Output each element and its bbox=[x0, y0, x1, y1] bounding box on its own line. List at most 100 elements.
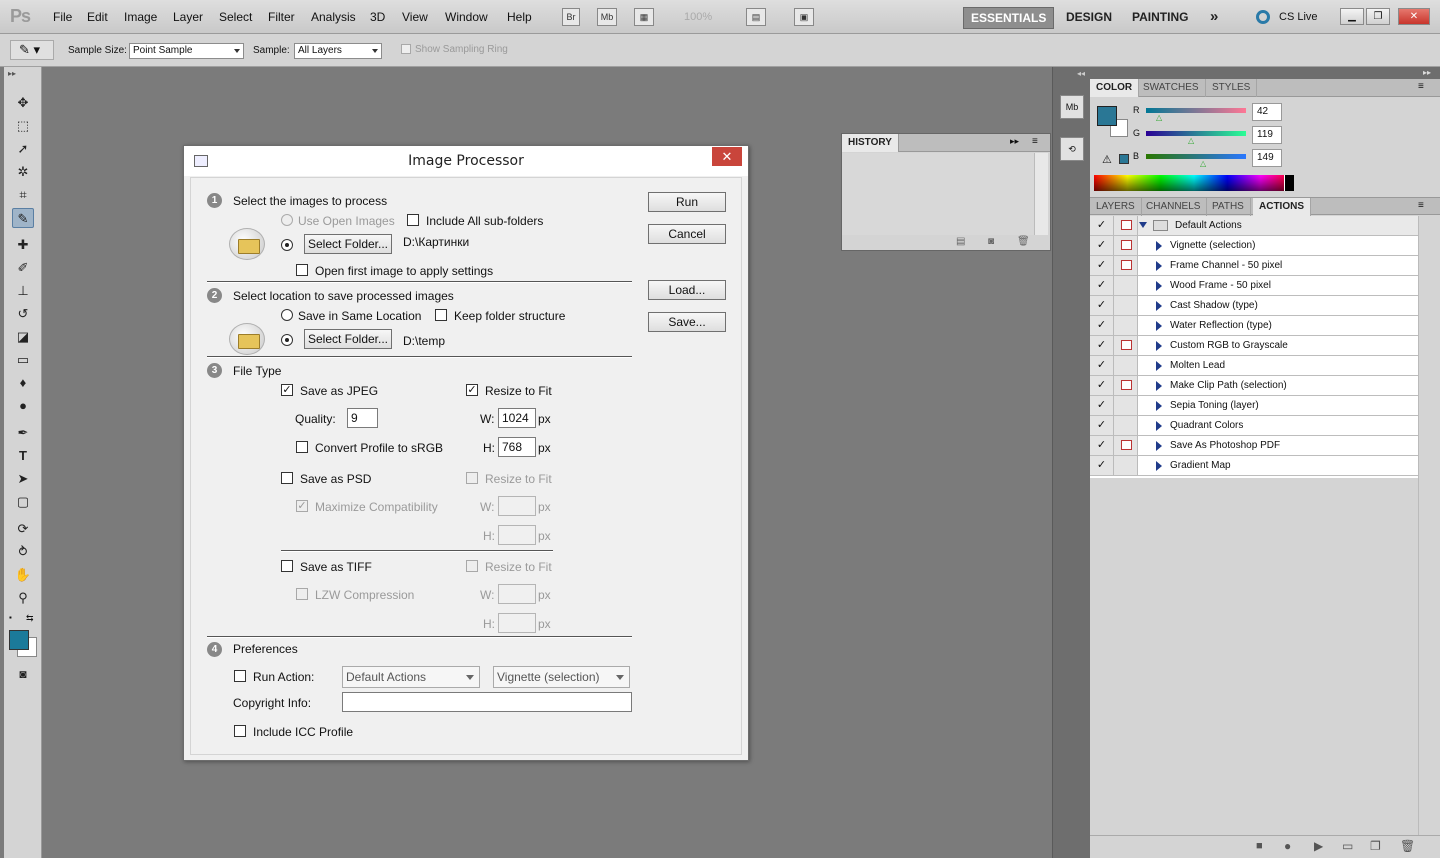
actions-scrollbar[interactable] bbox=[1418, 216, 1432, 836]
tab-history[interactable]: HISTORY bbox=[842, 134, 899, 152]
color-spectrum-ramp[interactable] bbox=[1094, 175, 1294, 191]
r-slider-thumb-icon[interactable]: △ bbox=[1156, 113, 1162, 122]
r-value-input[interactable]: 42 bbox=[1252, 103, 1282, 121]
dialog-toggle-icon[interactable] bbox=[1114, 236, 1138, 255]
swap-colors-icon[interactable]: ⇆ bbox=[26, 613, 34, 624]
menu-3d[interactable]: 3D bbox=[370, 10, 385, 24]
menu-view[interactable]: View bbox=[402, 10, 428, 24]
expand-dock-icon[interactable]: ◂◂ bbox=[1077, 69, 1085, 78]
select-dest-folder-button[interactable]: Select Folder... bbox=[304, 329, 392, 349]
crop-tool-icon[interactable]: ⌗ bbox=[12, 185, 34, 205]
blur-tool-icon[interactable]: ♦ bbox=[12, 373, 34, 393]
run-button[interactable]: Run bbox=[648, 192, 726, 212]
cs-live-menu[interactable]: CS Live bbox=[1279, 11, 1318, 23]
tab-styles[interactable]: STYLES bbox=[1206, 79, 1258, 97]
quick-mask-icon[interactable]: ◙ bbox=[12, 664, 34, 684]
quality-input[interactable]: 9 bbox=[347, 408, 378, 428]
action-row[interactable]: ✓ Gradient Map bbox=[1090, 456, 1418, 476]
dialog-toggle-icon[interactable] bbox=[1114, 316, 1138, 335]
menu-edit[interactable]: Edit bbox=[87, 10, 108, 24]
open-first-image-checkbox[interactable] bbox=[296, 264, 308, 276]
action-row[interactable]: ✓ Frame Channel - 50 pixel bbox=[1090, 256, 1418, 276]
action-row[interactable]: ✓ Quadrant Colors bbox=[1090, 416, 1418, 436]
screen-mode-icon[interactable]: ▣ bbox=[794, 8, 814, 26]
expand-arrow-icon[interactable] bbox=[1156, 341, 1162, 351]
toggle-check-icon[interactable]: ✓ bbox=[1090, 216, 1114, 235]
expand-arrow-icon[interactable] bbox=[1156, 321, 1162, 331]
tiff-height-input[interactable] bbox=[498, 613, 536, 633]
psd-resize-checkbox[interactable] bbox=[466, 472, 478, 484]
quick-selection-tool-icon[interactable]: ✲ bbox=[12, 162, 34, 182]
run-action-checkbox[interactable] bbox=[234, 670, 246, 682]
convert-srgb-checkbox[interactable] bbox=[296, 441, 308, 453]
close-app-button[interactable]: ✕ bbox=[1398, 8, 1430, 25]
save-as-tiff-checkbox[interactable] bbox=[281, 560, 293, 572]
sample-size-select[interactable]: Point Sample bbox=[129, 43, 244, 59]
save-as-jpeg-checkbox[interactable]: ✓ bbox=[281, 384, 293, 396]
dialog-close-button[interactable]: ✕ bbox=[712, 147, 742, 166]
toggle-check-icon[interactable]: ✓ bbox=[1090, 396, 1114, 415]
workspace-essentials[interactable]: ESSENTIALS bbox=[963, 7, 1055, 29]
expand-arrow-icon[interactable] bbox=[1156, 281, 1162, 291]
new-set-icon[interactable]: ▭ bbox=[1342, 839, 1353, 853]
toggle-check-icon[interactable]: ✓ bbox=[1090, 336, 1114, 355]
action-row[interactable]: ✓ Make Clip Path (selection) bbox=[1090, 376, 1418, 396]
play-icon[interactable]: ▶ bbox=[1314, 839, 1323, 853]
dialog-toggle-icon[interactable] bbox=[1114, 456, 1138, 475]
expand-arrow-icon[interactable] bbox=[1156, 461, 1162, 471]
collapse-icon[interactable]: ▸▸ bbox=[1010, 136, 1019, 147]
minimize-button[interactable]: ▁ bbox=[1340, 8, 1364, 25]
expand-arrow-icon[interactable] bbox=[1156, 261, 1162, 271]
save-button[interactable]: Save... bbox=[648, 312, 726, 332]
select-folder-radio[interactable] bbox=[281, 239, 293, 251]
default-colors-icon[interactable]: ▪ bbox=[9, 613, 12, 622]
maximize-compat-checkbox[interactable]: ✓ bbox=[296, 500, 308, 512]
g-slider[interactable] bbox=[1146, 131, 1246, 136]
save-same-location-radio[interactable] bbox=[281, 309, 293, 321]
jpeg-height-input[interactable]: 768 bbox=[498, 437, 536, 457]
dialog-toggle-icon[interactable] bbox=[1114, 376, 1138, 395]
g-value-input[interactable]: 119 bbox=[1252, 126, 1282, 144]
pen-tool-icon[interactable]: ✒ bbox=[12, 423, 34, 443]
dialog-toggle-icon[interactable] bbox=[1114, 256, 1138, 275]
menu-layer[interactable]: Layer bbox=[173, 10, 203, 24]
3d-orbit-tool-icon[interactable]: ⥁ bbox=[12, 542, 34, 562]
sample-select[interactable]: All Layers bbox=[294, 43, 382, 59]
include-icc-checkbox[interactable] bbox=[234, 725, 246, 737]
menu-help[interactable]: Help bbox=[507, 10, 532, 24]
panel-menu-icon[interactable]: ≡ bbox=[1032, 136, 1038, 147]
tab-color[interactable]: COLOR bbox=[1090, 79, 1140, 97]
save-as-psd-checkbox[interactable] bbox=[281, 472, 293, 484]
action-row[interactable]: ✓ Water Reflection (type) bbox=[1090, 316, 1418, 336]
menu-file[interactable]: File bbox=[53, 10, 72, 24]
history-scrollbar[interactable] bbox=[1034, 153, 1048, 235]
expand-arrow-icon[interactable] bbox=[1156, 381, 1162, 391]
workspace-painting[interactable]: PAINTING bbox=[1125, 7, 1195, 29]
dialog-toggle-icon[interactable] bbox=[1114, 296, 1138, 315]
menu-window[interactable]: Window bbox=[445, 10, 488, 24]
b-slider-thumb-icon[interactable]: △ bbox=[1200, 159, 1206, 168]
tab-actions[interactable]: ACTIONS bbox=[1253, 198, 1311, 216]
b-slider[interactable] bbox=[1146, 154, 1246, 159]
lzw-checkbox[interactable] bbox=[296, 588, 308, 600]
tiff-width-input[interactable] bbox=[498, 584, 536, 604]
expand-arrow-icon[interactable] bbox=[1156, 301, 1162, 311]
black-white-chip[interactable] bbox=[1284, 175, 1294, 191]
brush-tool-icon[interactable]: ✐ bbox=[12, 258, 34, 278]
history-panel-icon[interactable]: ⟲ bbox=[1060, 137, 1084, 161]
psd-height-input[interactable] bbox=[498, 525, 536, 545]
lasso-tool-icon[interactable]: ➚ bbox=[12, 139, 34, 159]
tab-paths[interactable]: PATHS bbox=[1206, 198, 1251, 216]
tab-layers[interactable]: LAYERS bbox=[1090, 198, 1142, 216]
menu-filter[interactable]: Filter bbox=[268, 10, 295, 24]
toggle-check-icon[interactable]: ✓ bbox=[1090, 276, 1114, 295]
history-brush-tool-icon[interactable]: ↺ bbox=[12, 304, 34, 324]
dialog-toggle-icon[interactable] bbox=[1114, 356, 1138, 375]
action-row[interactable]: ✓ Save As Photoshop PDF bbox=[1090, 436, 1418, 456]
delete-icon[interactable]: 🗑 bbox=[1400, 839, 1415, 853]
dialog-toggle-icon[interactable] bbox=[1114, 436, 1138, 455]
dialog-toggle-icon[interactable] bbox=[1114, 276, 1138, 295]
type-tool-icon[interactable]: T bbox=[12, 446, 34, 466]
tiff-resize-checkbox[interactable] bbox=[466, 560, 478, 572]
cancel-button[interactable]: Cancel bbox=[648, 224, 726, 244]
